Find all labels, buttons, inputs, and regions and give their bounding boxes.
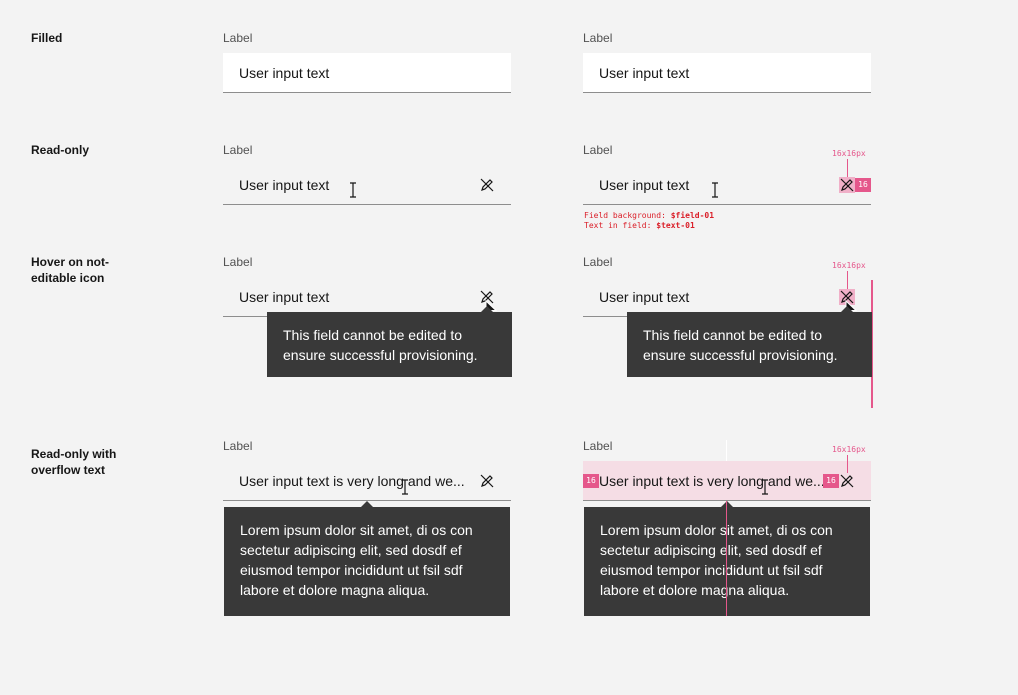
tooltip-line: eiusmod tempor incididunt ut fsil sdf (600, 562, 823, 578)
row-label-readonly: Read-only (31, 143, 90, 157)
text-cursor-icon (402, 479, 408, 495)
tooltip-line: labore et dolore magna aliqua. (600, 582, 790, 598)
row-label-hover-line2: editable icon (31, 271, 105, 285)
tooltip-overflow: Lorem ipsum dolor sit amet, di os con se… (224, 507, 510, 616)
edit-off-icon[interactable] (839, 177, 855, 193)
field-value: User input text (239, 65, 330, 81)
spec-note-text-token: $text-01 (656, 221, 695, 230)
edit-off-icon[interactable] (479, 473, 495, 489)
edit-off-icon[interactable] (479, 177, 495, 193)
field-label: Label (583, 439, 613, 453)
field-value: User input text is very long and we... (599, 473, 825, 489)
text-input-overflow[interactable]: User input text is very long and we... (223, 461, 511, 501)
tooltip-line: eiusmod tempor incididunt ut fsil sdf (240, 562, 463, 578)
tooltip-line: Lorem ipsum dolor sit amet, di os con (240, 522, 473, 538)
spec-spacing-badge: 16 (823, 474, 839, 488)
spec-note-bg-token: $field-01 (670, 211, 715, 220)
text-input-filled[interactable]: User input text (223, 53, 511, 93)
text-cursor-icon (762, 479, 768, 495)
spec-note-text-label: Text in field: (584, 221, 652, 230)
spec-icon-size: 16x16px (832, 445, 866, 454)
text-input-overflow-spec[interactable]: 16 User input text is very long and we..… (583, 461, 871, 501)
text-input-readonly-spec[interactable]: User input text 16 (583, 165, 871, 205)
tooltip-line: This field cannot be edited to (283, 327, 463, 343)
text-input-hover-spec[interactable]: User input text (583, 277, 871, 317)
edit-off-icon[interactable] (839, 473, 855, 489)
spec-center-line (726, 501, 727, 616)
text-input-readonly[interactable]: User input text (223, 165, 511, 205)
row-label-overflow-line2: overflow text (31, 463, 106, 477)
field-label: Label (583, 255, 613, 269)
spec-note-background: Field background: $field-01 (584, 211, 714, 221)
spec-icon-size: 16x16px (832, 261, 866, 270)
spec-note-bg-label: Field background: (584, 211, 666, 220)
text-cursor-icon (712, 182, 718, 198)
tooltip-not-editable: This field cannot be edited to ensure su… (267, 312, 512, 377)
spec-leader-line (847, 271, 848, 289)
field-value: User input text (599, 177, 690, 193)
row-label-hover: Hover on not- editable icon (31, 254, 109, 286)
row-label-filled: Filled (31, 31, 63, 45)
text-cursor-icon (350, 182, 356, 198)
tooltip-line: ensure successful provisioning. (643, 347, 838, 363)
spec-icon-size: 16x16px (832, 149, 866, 158)
field-label: Label (583, 31, 613, 45)
field-value: User input text (599, 65, 690, 81)
spec-leader-line (847, 455, 848, 473)
field-value: User input text (239, 289, 330, 305)
spec-leader-line (847, 159, 848, 177)
row-label-overflow-line1: Read-only with (31, 447, 117, 461)
tooltip-line: sectetur adipiscing elit, sed dosdf ef (600, 542, 822, 558)
spec-padding-badge: 16 (583, 474, 599, 488)
field-label: Label (223, 31, 253, 45)
row-label-overflow: Read-only with overflow text (31, 446, 116, 478)
tooltip-line: This field cannot be edited to (643, 327, 823, 343)
field-label: Label (583, 143, 613, 157)
field-value: User input text is very long and we... (239, 473, 465, 489)
tooltip-not-editable-spec: This field cannot be edited to ensure su… (627, 312, 872, 377)
spec-spacing-badge: 16 (855, 178, 871, 192)
field-label: Label (223, 255, 253, 269)
spec-center-guide (726, 440, 727, 461)
tooltip-line: labore et dolore magna aliqua. (240, 582, 430, 598)
field-label: Label (223, 439, 253, 453)
field-value: User input text (239, 177, 330, 193)
text-input-hover[interactable]: User input text (223, 277, 511, 317)
text-input-filled-spec[interactable]: User input text (583, 53, 871, 93)
tooltip-line: sectetur adipiscing elit, sed dosdf ef (240, 542, 462, 558)
field-value: User input text (599, 289, 690, 305)
field-label: Label (223, 143, 253, 157)
tooltip-overflow-spec: Lorem ipsum dolor sit amet, di os con se… (584, 507, 870, 616)
tooltip-line: ensure successful provisioning. (283, 347, 478, 363)
tooltip-line: Lorem ipsum dolor sit amet, di os con (600, 522, 833, 538)
spec-note-text: Text in field: $text-01 (584, 221, 695, 231)
row-label-hover-line1: Hover on not- (31, 255, 109, 269)
